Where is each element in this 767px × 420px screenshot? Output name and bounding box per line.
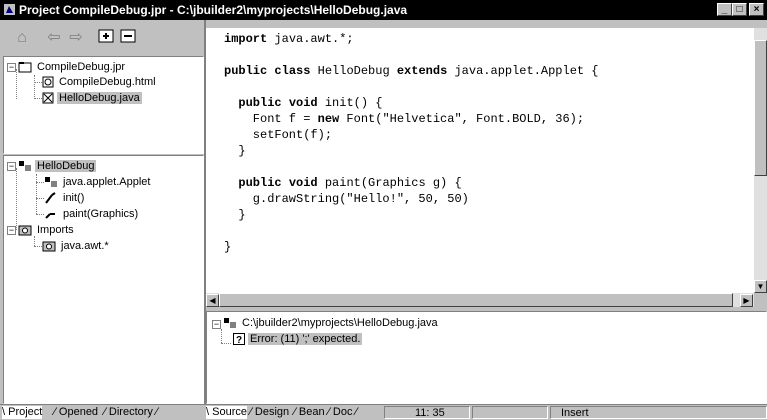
collapse-toggle[interactable]: −	[212, 320, 221, 329]
title-bar[interactable]: Project CompileDebug.jpr - C:\jbuilder2\…	[0, 0, 767, 20]
code-line: public class HelloDebug extends java.app…	[224, 64, 599, 78]
code-line: }	[224, 240, 232, 254]
message-file-item[interactable]: C:\jbuilder2\myprojects\HelloDebug.java	[223, 316, 440, 331]
close-button[interactable]: ×	[749, 3, 764, 16]
collapse-toggle[interactable]: −	[7, 63, 16, 72]
horizontal-scroll-thumb[interactable]	[219, 293, 733, 307]
class-icon	[19, 161, 31, 172]
code-line: }	[224, 208, 246, 222]
tree-item-project-root[interactable]: CompileDebug.jpr	[18, 60, 127, 75]
code-line: public void paint(Graphics g) {	[238, 176, 462, 190]
add-file-icon[interactable]	[96, 29, 116, 47]
home-icon[interactable]: ⌂	[12, 29, 32, 47]
tree-item-imports[interactable]: Imports	[18, 223, 76, 238]
code-line: g.drawString("Hello!", 50, 50)	[224, 192, 469, 206]
scroll-down-button[interactable]: ▼	[754, 280, 767, 293]
code-line: Font f = new Font("Helvetica", Font.BOLD…	[224, 112, 585, 126]
tree-item-member[interactable]: java.applet.Applet	[44, 175, 152, 190]
imports-folder-icon	[18, 225, 32, 236]
method-icon	[45, 192, 56, 204]
maximize-button[interactable]: □	[732, 3, 747, 16]
tree-item-member[interactable]: paint(Graphics)	[44, 207, 140, 222]
tree-item-file[interactable]: CompileDebug.html	[42, 75, 158, 90]
superclass-icon	[45, 177, 57, 188]
tree-item-member[interactable]: init()	[44, 191, 86, 206]
tab-source[interactable]: \ Source	[206, 406, 247, 419]
source-editor[interactable]: import java.awt.*; public class HelloDeb…	[206, 28, 754, 293]
tab-project[interactable]: \ Project	[2, 406, 43, 419]
collapse-toggle[interactable]: −	[7, 226, 16, 235]
tab-design[interactable]: ∕ Design	[250, 406, 289, 419]
vertical-scroll-thumb[interactable]	[754, 40, 767, 176]
error-icon: ?	[233, 333, 245, 346]
java-file-icon	[42, 92, 54, 104]
edit-mode: Insert	[550, 406, 767, 419]
project-icon	[18, 62, 32, 73]
app-icon	[4, 4, 15, 15]
collapse-toggle[interactable]: −	[7, 162, 16, 171]
cursor-position: 11: 35	[384, 406, 470, 419]
window-title: Project CompileDebug.jpr - C:\jbuilder2\…	[19, 3, 408, 17]
tree-item-file-selected[interactable]: HelloDebug.java	[42, 91, 142, 106]
method-icon	[45, 213, 55, 219]
message-pane: − C:\jbuilder2\myprojects\HelloDebug.jav…	[206, 311, 767, 404]
code-line: import java.awt.*;	[224, 32, 354, 46]
remove-file-icon[interactable]	[118, 29, 138, 47]
error-message-item[interactable]: ? Error: (11) ';' expected.	[233, 332, 363, 347]
code-line: }	[224, 144, 246, 158]
code-line: public void init() {	[238, 96, 383, 110]
scroll-right-button[interactable]: ▶	[740, 294, 753, 307]
java-file-icon	[224, 318, 236, 329]
tree-item-class[interactable]: HelloDebug	[18, 159, 97, 174]
forward-icon[interactable]: ⇨	[66, 29, 86, 47]
svg-text:?: ?	[236, 335, 242, 345]
project-pane: − CompileDebug.jpr CompileDebug.html Hel…	[3, 56, 204, 154]
minimize-button[interactable]: _	[717, 3, 732, 16]
navigation-toolbar: ⌂ ⇦ ⇨	[0, 20, 204, 56]
tab-bean[interactable]: ∕ Bean	[294, 406, 325, 419]
back-icon[interactable]: ⇦	[44, 29, 64, 47]
status-blank	[472, 406, 548, 419]
html-file-icon	[42, 76, 54, 88]
tab-doc[interactable]: ∕ Doc ∕	[328, 406, 357, 419]
structure-pane: − HelloDebug java.applet.Applet init() p…	[3, 155, 204, 404]
tree-item-import[interactable]: java.awt.*	[42, 239, 111, 254]
tab-directory[interactable]: ∕ Directory ∕	[104, 406, 158, 419]
code-line: setFont(f);	[224, 128, 333, 142]
bottom-bar: \ Project ∕ Opened ∕ Directory ∕ \ Sourc…	[0, 404, 767, 419]
package-icon	[42, 241, 56, 252]
scroll-left-button[interactable]: ◀	[206, 294, 219, 307]
tab-opened[interactable]: ∕ Opened	[54, 406, 98, 419]
